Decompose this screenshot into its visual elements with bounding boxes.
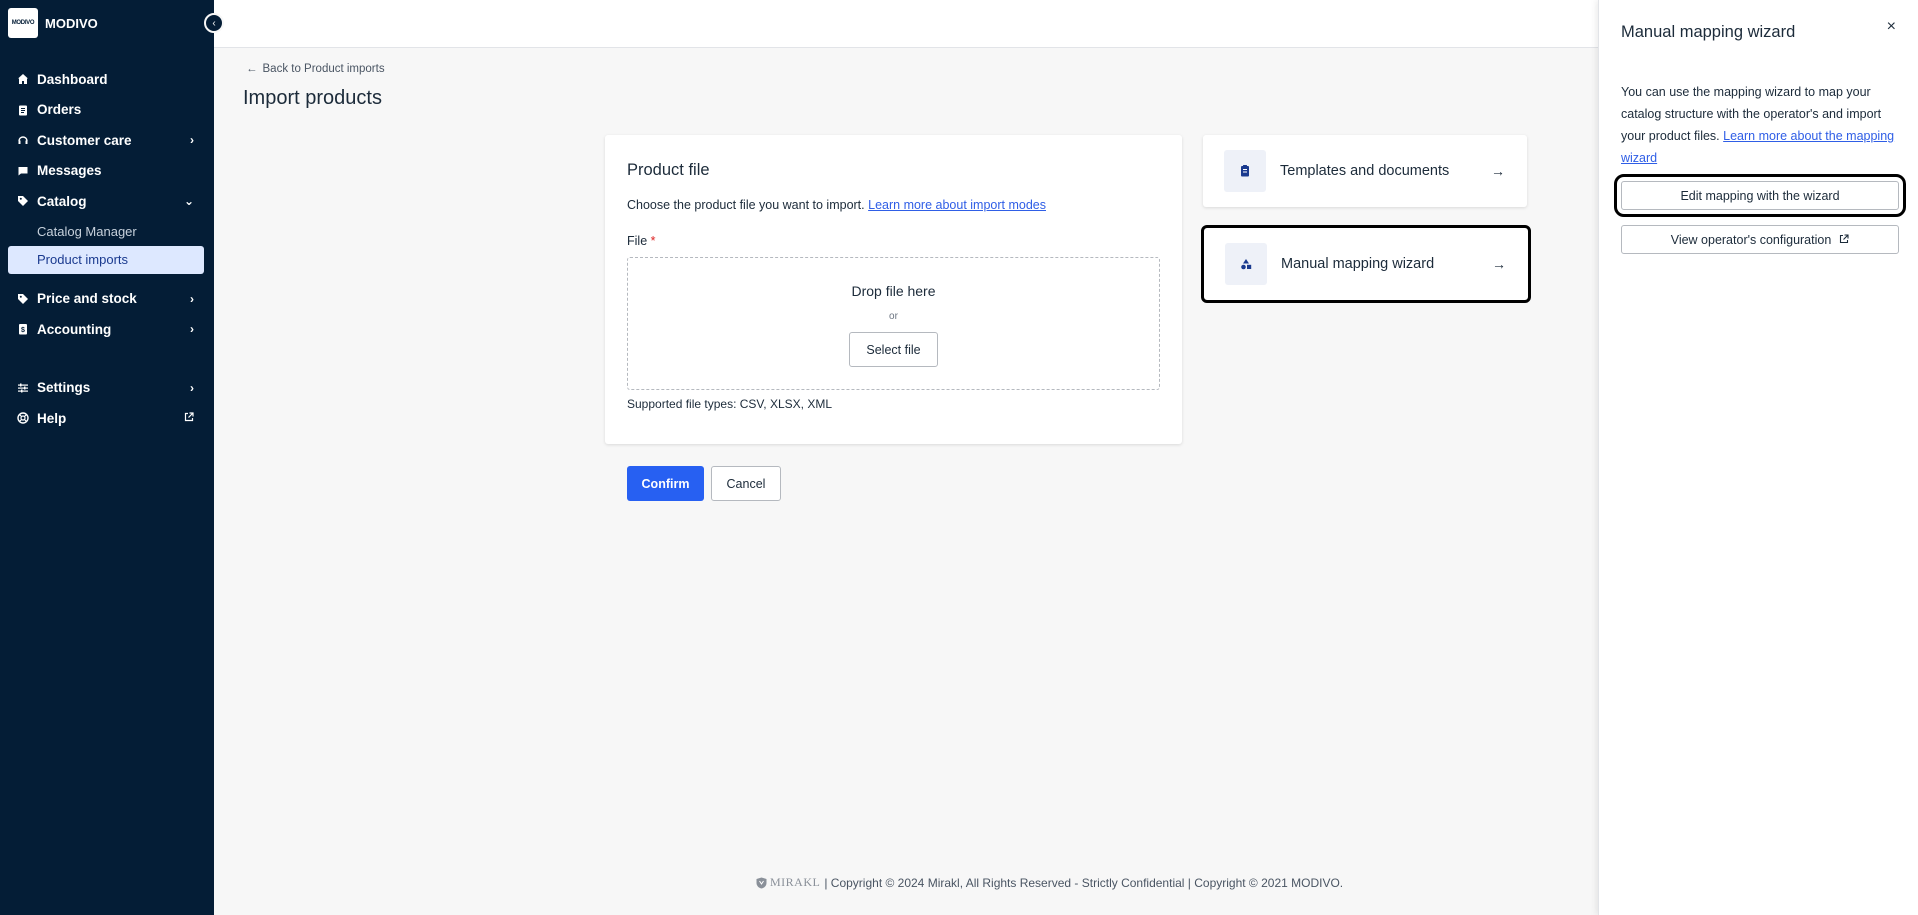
footer: MIRAKL | Copyright © 2024 Mirakl, All Ri… [756, 875, 1343, 890]
sidebar-item-catalog[interactable]: Catalog ⌄ [0, 186, 214, 217]
chevron-right-icon: › [190, 291, 194, 306]
arrow-right-icon: → [1491, 163, 1505, 179]
templates-documents-card[interactable]: Templates and documents → [1203, 135, 1527, 207]
confirm-button[interactable]: Confirm [627, 466, 704, 501]
product-file-description: Choose the product file you want to impo… [627, 198, 1046, 212]
mirakl-logo-text: MIRAKL [770, 875, 821, 889]
sidebar-item-dashboard[interactable]: Dashboard [0, 64, 214, 95]
collapse-sidebar-button[interactable]: ‹ [204, 13, 224, 33]
clipboard-icon [1224, 150, 1266, 192]
sidebar-item-label: Help [37, 410, 67, 426]
document-icon: $ [17, 323, 29, 335]
brand[interactable]: MODIVO MODIVO [0, 0, 214, 46]
file-label-text: File [627, 234, 648, 248]
external-link-icon [1839, 233, 1849, 247]
brand-name: MODIVO [45, 15, 98, 31]
chevron-right-icon: › [190, 380, 194, 395]
view-config-label: View operator's configuration [1670, 232, 1832, 247]
learn-import-modes-link[interactable]: Learn more about import modes [868, 198, 1046, 212]
sidebar-subitem-product-imports[interactable]: Product imports [8, 245, 204, 274]
select-file-button[interactable]: Select file [849, 332, 938, 367]
sidebar-item-label: Dashboard [37, 71, 108, 87]
sidebar-item-label: Catalog [37, 193, 87, 209]
drawer-title: Manual mapping wizard [1621, 23, 1796, 41]
cancel-button[interactable]: Cancel [711, 466, 781, 501]
price-tag-icon [17, 293, 29, 305]
page-title: Import products [243, 87, 382, 109]
clipboard-icon [17, 104, 29, 116]
sidebar-item-settings[interactable]: Settings › [0, 373, 214, 404]
headset-icon [17, 134, 29, 146]
sidebar-item-label: Price and stock [37, 291, 137, 307]
sidebar-item-label: Customer care [37, 132, 132, 148]
back-link-label: Back to Product imports [262, 63, 385, 75]
sliders-icon [17, 382, 29, 394]
required-mark: * [650, 234, 656, 248]
file-label: File * [627, 234, 656, 248]
svg-text:$: $ [21, 327, 25, 334]
sidebar-item-accounting[interactable]: $ Accounting › [0, 314, 214, 345]
chevron-right-icon: › [190, 322, 194, 337]
brand-logo: MODIVO [8, 8, 38, 38]
sidebar-item-customer-care[interactable]: Customer care › [0, 125, 214, 156]
view-operator-config-button[interactable]: View operator's configuration [1621, 225, 1899, 254]
manual-mapping-drawer: Manual mapping wizard × You can use the … [1598, 0, 1918, 915]
arrow-left-icon: ← [246, 63, 258, 75]
sidebar-item-label: Accounting [37, 321, 112, 337]
drawer-description: You can use the mapping wizard to map yo… [1621, 81, 1906, 169]
manual-mapping-wizard-card[interactable]: Manual mapping wizard → [1201, 225, 1531, 303]
description-text: Choose the product file you want to impo… [627, 198, 865, 212]
drop-file-text: Drop file here [851, 283, 936, 299]
close-icon[interactable]: × [1887, 18, 1896, 36]
product-file-heading: Product file [627, 161, 710, 179]
edit-mapping-label: Edit mapping with the wizard [1680, 188, 1840, 203]
supported-file-types: Supported file types: CSV, XLSX, XML [627, 397, 833, 411]
external-link-icon [184, 411, 194, 425]
shield-icon [756, 877, 767, 888]
edit-mapping-button[interactable]: Edit mapping with the wizard [1614, 174, 1906, 217]
sidebar-subitem-catalog-manager[interactable]: Catalog Manager [0, 217, 214, 246]
chevron-down-icon: ⌄ [183, 194, 194, 209]
chevron-left-icon: ‹ [212, 17, 216, 29]
sidebar-item-price-and-stock[interactable]: Price and stock › [0, 284, 214, 315]
back-link[interactable]: ← Back to Product imports [246, 63, 385, 75]
product-file-card: Product file Choose the product file you… [605, 135, 1182, 444]
sidebar-item-label: Settings [37, 380, 91, 396]
sidebar-item-help[interactable]: Help [0, 403, 214, 434]
templates-card-label: Templates and documents [1280, 163, 1450, 179]
home-icon [17, 73, 29, 85]
message-icon [17, 165, 29, 177]
chevron-right-icon: › [190, 133, 194, 148]
sidebar-item-label: Orders [37, 102, 82, 118]
sidebar-item-messages[interactable]: Messages [0, 156, 214, 187]
tag-icon [17, 195, 29, 207]
lifebuoy-icon [17, 412, 29, 424]
mirakl-logo: MIRAKL [756, 875, 820, 890]
shapes-icon [1225, 243, 1267, 285]
file-dropzone[interactable]: Drop file here or Select file [627, 257, 1160, 390]
arrow-right-icon: → [1492, 256, 1506, 272]
sidebar: MODIVO MODIVO Dashboard Orders Customer … [0, 0, 214, 915]
sidebar-nav: Dashboard Orders Customer care › Message… [0, 64, 214, 434]
footer-copyright: | Copyright © 2024 Mirakl, All Rights Re… [824, 875, 1344, 890]
or-text: or [889, 311, 898, 322]
sidebar-item-orders[interactable]: Orders [0, 95, 214, 126]
sidebar-item-label: Messages [37, 163, 102, 179]
wizard-card-label: Manual mapping wizard [1281, 256, 1435, 272]
